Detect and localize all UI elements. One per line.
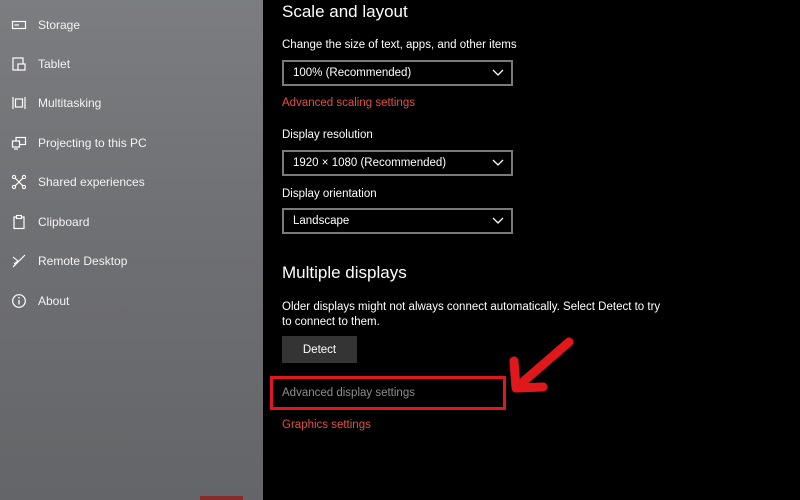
scale-dropdown[interactable]: 100% (Recommended) xyxy=(282,60,513,86)
sidebar-item-about[interactable]: About xyxy=(0,284,263,320)
clipboard-icon xyxy=(11,214,27,230)
detect-button[interactable]: Detect xyxy=(282,336,357,363)
orientation-dropdown[interactable]: Landscape xyxy=(282,208,513,234)
multitasking-icon xyxy=(11,95,27,111)
sidebar-item-label: About xyxy=(38,294,70,308)
chevron-down-icon xyxy=(492,159,504,166)
scale-size-label: Change the size of text, apps, and other… xyxy=(282,39,517,51)
orientation-dropdown-value: Landscape xyxy=(293,215,350,227)
scale-dropdown-value: 100% (Recommended) xyxy=(293,67,412,79)
advanced-display-settings-link[interactable]: Advanced display settings xyxy=(282,387,415,399)
sidebar-item-storage[interactable]: Storage xyxy=(0,8,263,44)
settings-sidebar: Storage Tablet Multitasking Projecting t… xyxy=(0,0,263,500)
shared-experiences-icon xyxy=(11,174,27,190)
multiple-displays-heading: Multiple displays xyxy=(282,263,407,282)
orientation-label: Display orientation xyxy=(282,188,377,200)
taskbar-accent xyxy=(200,496,243,500)
sidebar-item-multitasking[interactable]: Multitasking xyxy=(0,86,263,122)
resolution-dropdown-value: 1920 × 1080 (Recommended) xyxy=(293,157,447,169)
projecting-icon xyxy=(11,135,27,151)
sidebar-item-label: Multitasking xyxy=(38,96,102,110)
sidebar-item-label: Storage xyxy=(38,18,81,32)
sidebar-item-clipboard[interactable]: Clipboard xyxy=(0,205,263,241)
chevron-down-icon xyxy=(492,69,504,76)
sidebar-item-label: Clipboard xyxy=(38,215,90,229)
resolution-label: Display resolution xyxy=(282,129,373,141)
detect-description: Older displays might not always connect … xyxy=(282,301,661,328)
scale-layout-heading: Scale and layout xyxy=(282,2,408,21)
remote-desktop-icon xyxy=(11,253,27,269)
display-settings-panel: Scale and layout Change the size of text… xyxy=(263,0,800,500)
sidebar-item-label: Remote Desktop xyxy=(38,254,128,268)
tablet-icon xyxy=(11,56,27,72)
resolution-dropdown[interactable]: 1920 × 1080 (Recommended) xyxy=(282,150,513,176)
graphics-settings-link[interactable]: Graphics settings xyxy=(282,419,371,431)
sidebar-item-remote-desktop[interactable]: Remote Desktop xyxy=(0,244,263,280)
sidebar-item-projecting[interactable]: Projecting to this PC xyxy=(0,126,263,162)
storage-icon xyxy=(11,17,27,33)
sidebar-item-label: Shared experiences xyxy=(38,175,145,189)
chevron-down-icon xyxy=(492,217,504,224)
sidebar-item-label: Tablet xyxy=(38,57,71,71)
advanced-scaling-link[interactable]: Advanced scaling settings xyxy=(282,97,415,109)
sidebar-item-label: Projecting to this PC xyxy=(38,136,147,150)
sidebar-item-tablet[interactable]: Tablet xyxy=(0,47,263,83)
info-icon xyxy=(11,293,27,309)
sidebar-item-shared-experiences[interactable]: Shared experiences xyxy=(0,165,263,201)
